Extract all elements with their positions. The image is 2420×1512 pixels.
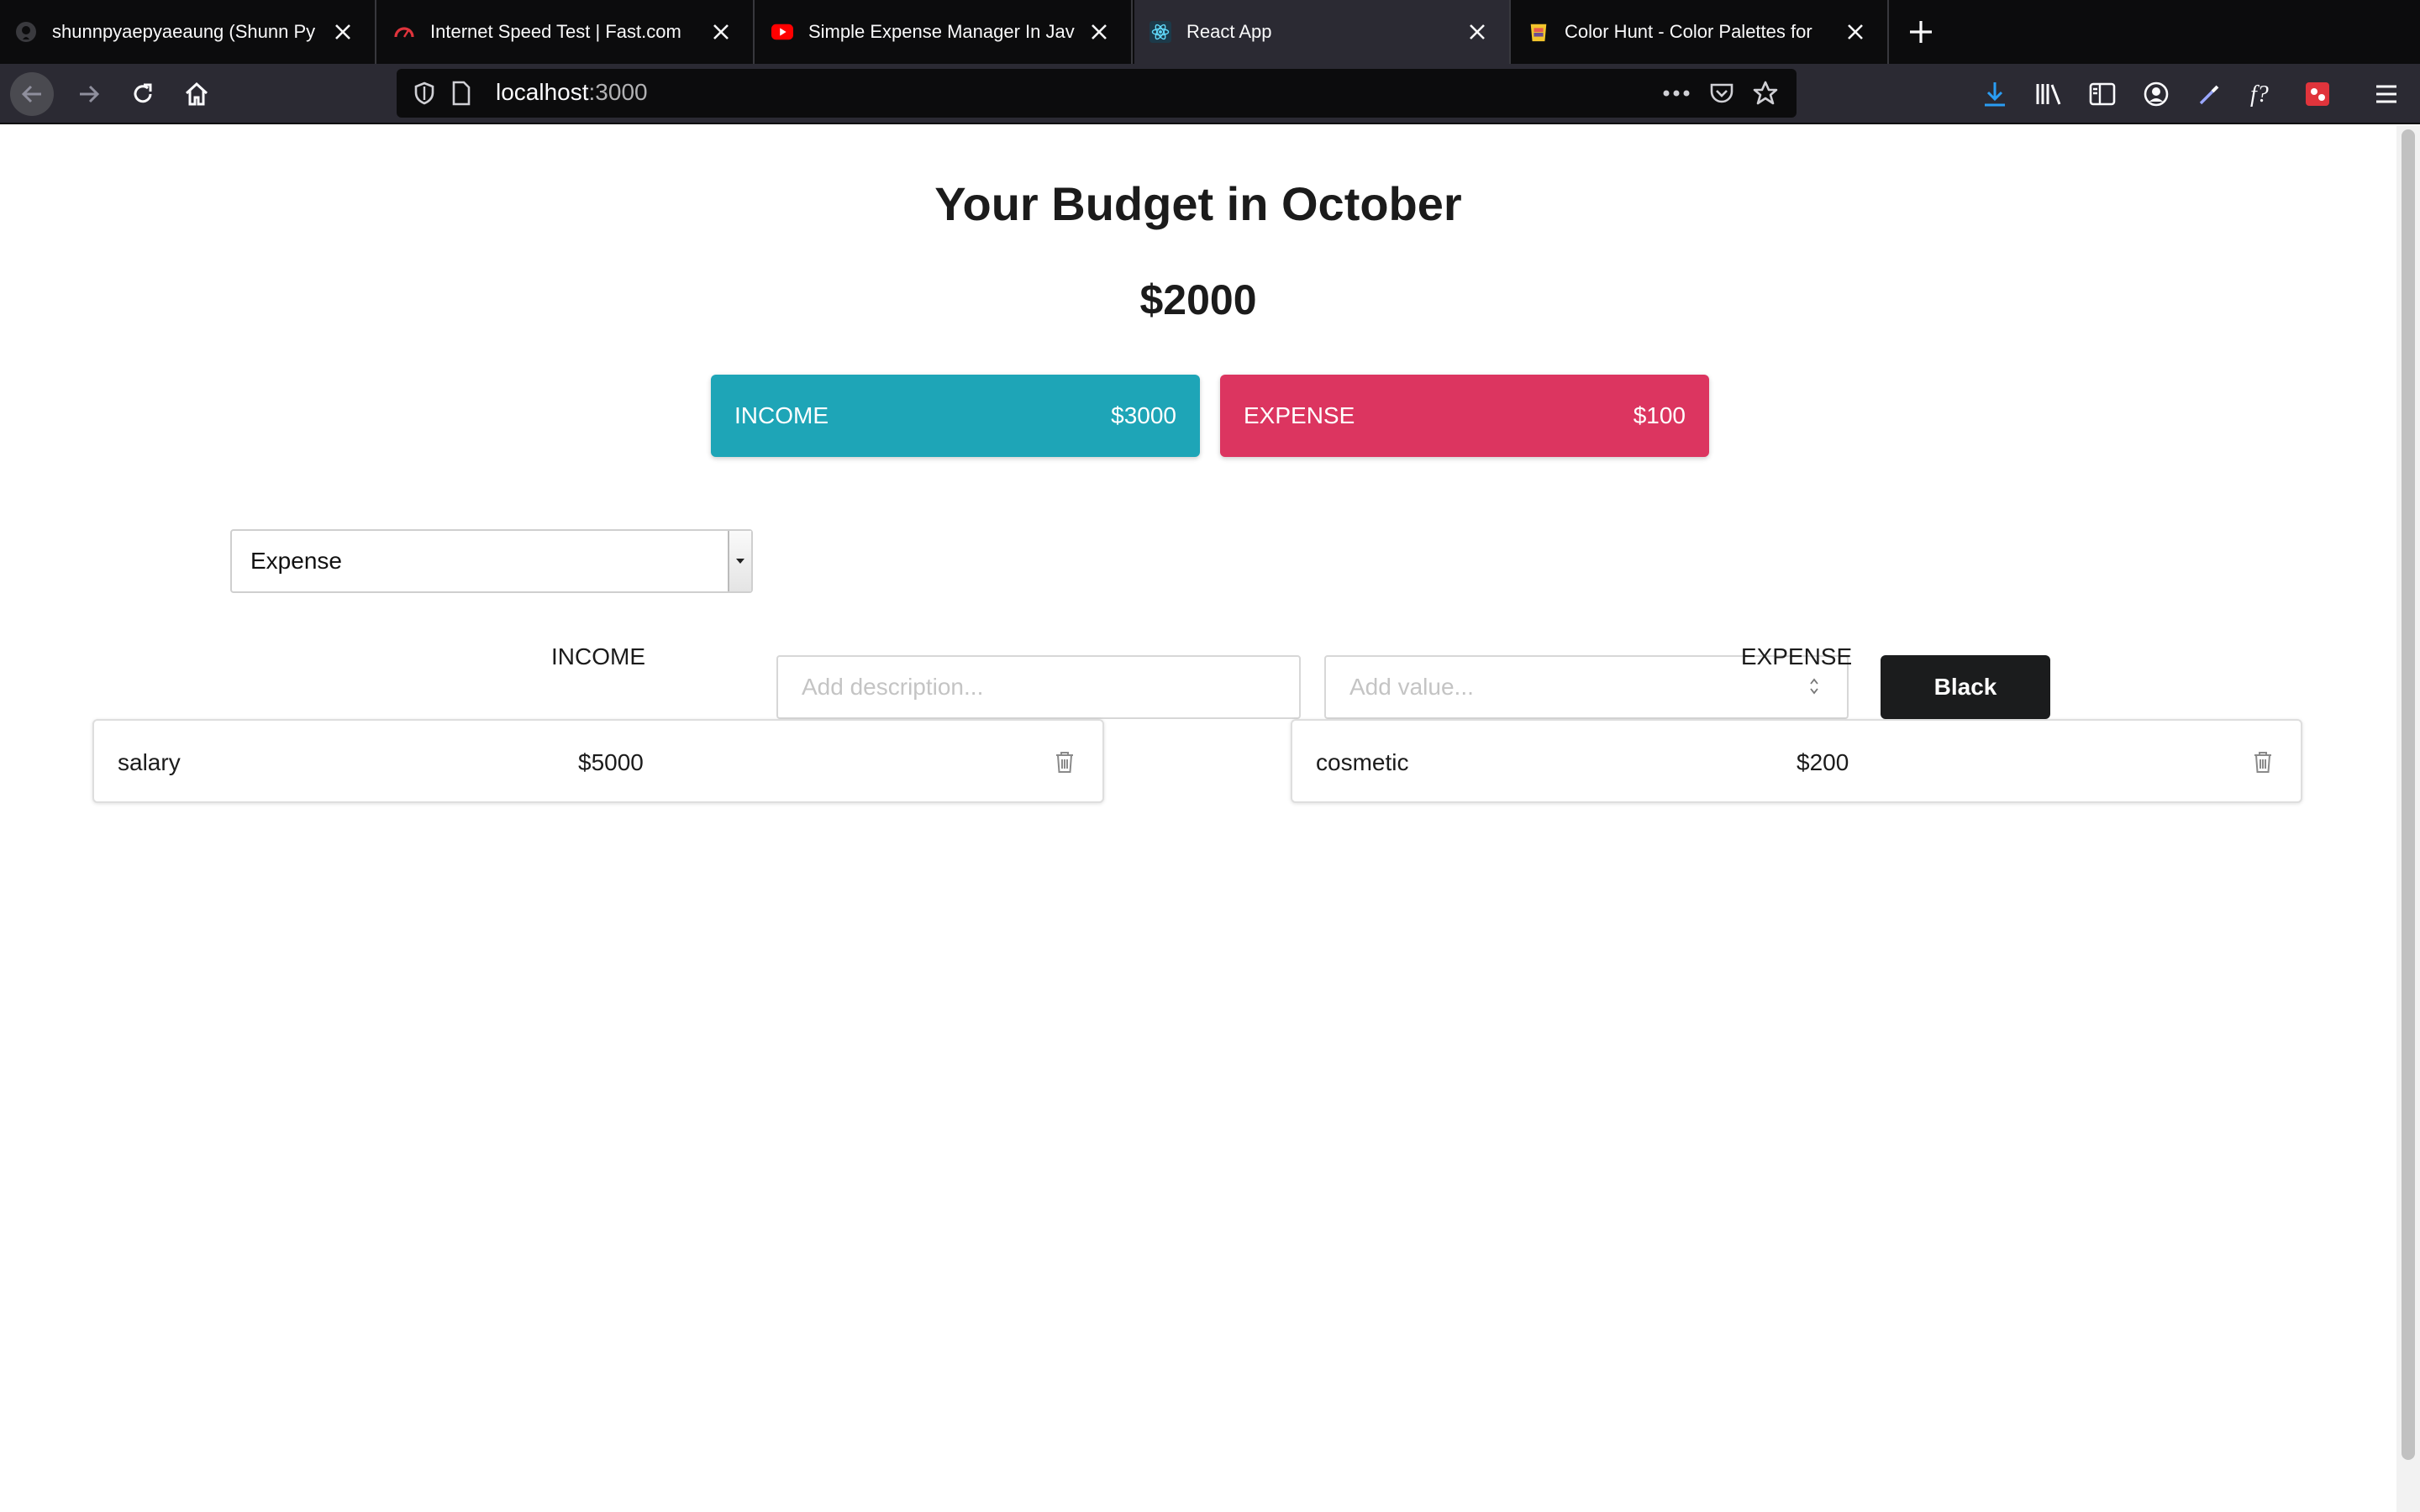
- react-icon: [1150, 21, 1171, 43]
- income-summary-card: INCOME $3000: [711, 375, 1200, 457]
- tab-title: shunnpyaepyaeaung (Shunn Py: [52, 21, 316, 42]
- back-button[interactable]: [10, 72, 54, 116]
- expense-list-item: cosmetic $200: [1291, 719, 2302, 803]
- income-summary-label: INCOME: [734, 402, 829, 428]
- new-tab-button[interactable]: [1901, 12, 1941, 52]
- close-icon[interactable]: [1844, 20, 1867, 44]
- arrow-right-icon: [80, 85, 100, 103]
- page-title: Your Budget in October: [934, 177, 1462, 230]
- url-host: localhost: [496, 79, 589, 105]
- reload-icon: [134, 83, 152, 103]
- income-summary-amount: $3000: [1111, 402, 1176, 428]
- forward-button[interactable]: [67, 72, 111, 116]
- browser-tab-bar: shunnpyaepyaeaung (Shunn Py Internet Spe…: [0, 0, 2420, 64]
- tab-fast[interactable]: Internet Speed Test | Fast.com: [378, 0, 755, 64]
- type-select-value: Expense: [250, 548, 342, 574]
- address-bar[interactable]: localhost:3000: [397, 69, 1797, 118]
- font-finder-icon[interactable]: f?: [2245, 76, 2282, 113]
- pocket-icon[interactable]: [1707, 79, 1736, 108]
- page-scrollbar[interactable]: [2396, 126, 2420, 1512]
- tab-github[interactable]: shunnpyaepyaeaung (Shunn Py: [0, 0, 376, 64]
- trash-icon[interactable]: [2250, 748, 2275, 776]
- browser-nav-bar: localhost:3000 f?: [0, 64, 2420, 124]
- close-icon[interactable]: [1465, 20, 1489, 44]
- page-icon[interactable]: [447, 79, 476, 108]
- trash-icon[interactable]: [1052, 748, 1077, 776]
- number-stepper-icon[interactable]: [1805, 672, 1823, 701]
- item-description: salary: [118, 749, 181, 775]
- tab-title: Internet Speed Test | Fast.com: [430, 21, 681, 42]
- extension-icon[interactable]: [2299, 76, 2336, 113]
- tab-react-app[interactable]: React App: [1134, 0, 1511, 64]
- expense-summary-amount: $100: [1633, 402, 1686, 428]
- reload-button[interactable]: [121, 72, 165, 116]
- tab-colorhunt[interactable]: Color Hunt - Color Palettes for: [1512, 0, 1889, 64]
- url-text: localhost:3000: [496, 79, 648, 106]
- speedometer-icon: [393, 21, 415, 43]
- description-input[interactable]: [776, 655, 1301, 719]
- item-description: cosmetic: [1316, 749, 1409, 775]
- library-icon[interactable]: [2030, 76, 2067, 113]
- expense-summary-label: EXPENSE: [1244, 402, 1355, 428]
- tab-youtube[interactable]: Simple Expense Manager In Jav: [756, 0, 1133, 64]
- youtube-icon: [771, 21, 793, 43]
- menu-icon[interactable]: [2368, 76, 2405, 113]
- eyedropper-icon[interactable]: [2191, 76, 2228, 113]
- tab-title: Color Hunt - Color Palettes for: [1565, 21, 1812, 42]
- url-port: :3000: [588, 79, 648, 105]
- home-button[interactable]: [175, 72, 218, 116]
- bookmark-star-icon[interactable]: [1751, 79, 1780, 108]
- expense-list-header: EXPENSE: [1740, 643, 1853, 669]
- close-icon[interactable]: [709, 20, 733, 44]
- github-icon: [15, 21, 37, 43]
- page-content: Your Budget in October $2000 INCOME $300…: [0, 126, 2396, 1512]
- account-icon[interactable]: [2138, 76, 2175, 113]
- colorhunt-icon: [1528, 21, 1549, 43]
- home-icon: [185, 81, 208, 106]
- income-list-item: salary $5000: [92, 719, 1104, 803]
- type-select[interactable]: Expense: [230, 529, 753, 593]
- item-value: $200: [1797, 749, 1849, 775]
- item-value: $5000: [578, 749, 644, 775]
- scrollbar-thumb[interactable]: [2402, 129, 2415, 1460]
- chevron-down-icon[interactable]: [728, 531, 751, 591]
- arrow-left-icon: [21, 85, 41, 103]
- sidebar-icon[interactable]: [2084, 76, 2121, 113]
- shield-icon[interactable]: [410, 79, 439, 108]
- tab-title: Simple Expense Manager In Jav: [808, 21, 1075, 42]
- tab-title: React App: [1186, 21, 1272, 42]
- svg-text:f?: f?: [2250, 81, 2269, 108]
- more-actions-icon[interactable]: [1662, 79, 1691, 108]
- close-icon[interactable]: [1087, 20, 1111, 44]
- close-icon[interactable]: [331, 20, 355, 44]
- expense-summary-card: EXPENSE $100: [1220, 375, 1709, 457]
- plus-icon: [1910, 21, 1932, 43]
- budget-total: $2000: [1139, 276, 1257, 323]
- income-list-header: INCOME: [551, 643, 645, 669]
- downloads-icon[interactable]: [1976, 76, 2013, 113]
